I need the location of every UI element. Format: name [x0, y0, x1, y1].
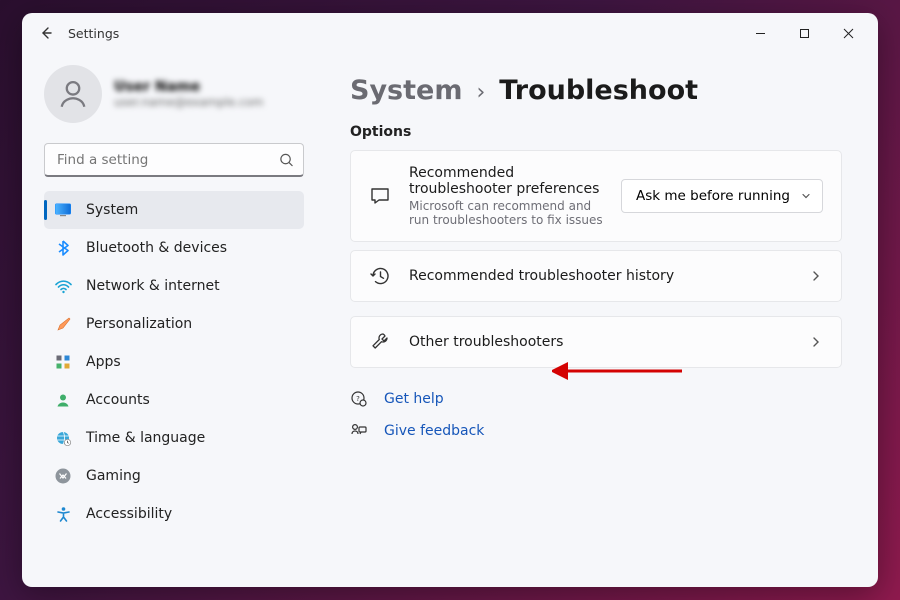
card-text: Other troubleshooters — [409, 334, 791, 350]
nav-label: Accessibility — [86, 506, 172, 522]
maximize-icon — [799, 28, 810, 39]
card-text: Recommended troubleshooter history — [409, 268, 791, 284]
sidebar-item-accessibility[interactable]: Accessibility — [44, 495, 304, 533]
main: System › Troubleshoot Options Recommende… — [322, 53, 878, 587]
nav-label: Gaming — [86, 468, 141, 484]
profile[interactable]: User Name user.name@example.com — [44, 65, 304, 123]
chat-icon — [369, 185, 391, 207]
sidebar-item-time[interactable]: Time & language — [44, 419, 304, 457]
back-arrow-icon — [38, 25, 54, 41]
window-body: User Name user.name@example.com System B… — [22, 53, 878, 587]
wifi-icon — [54, 277, 72, 295]
sidebar-item-gaming[interactable]: Gaming — [44, 457, 304, 495]
sidebar-item-apps[interactable]: Apps — [44, 343, 304, 381]
settings-window: Settings User Name user.name@example.co — [22, 13, 878, 587]
avatar — [44, 65, 102, 123]
card-troubleshooter-prefs[interactable]: Recommended troubleshooter preferences M… — [350, 150, 842, 242]
get-help-link[interactable]: Get help — [384, 391, 444, 407]
card-title: Recommended troubleshooter history — [409, 268, 791, 284]
sidebar: User Name user.name@example.com System B… — [22, 53, 322, 587]
close-button[interactable] — [826, 17, 870, 49]
get-help-row: ? Get help — [350, 390, 842, 408]
apps-icon — [54, 353, 72, 371]
titlebar: Settings — [22, 13, 878, 53]
display-icon — [54, 201, 72, 219]
brush-icon — [54, 315, 72, 333]
bluetooth-icon — [54, 239, 72, 257]
nav-label: Personalization — [86, 316, 192, 332]
sidebar-item-system[interactable]: System — [44, 191, 304, 229]
nav-label: Accounts — [86, 392, 150, 408]
help-icon: ? — [350, 390, 368, 408]
history-icon — [369, 265, 391, 287]
maximize-button[interactable] — [782, 17, 826, 49]
card-text: Recommended troubleshooter preferences M… — [409, 165, 603, 227]
section-label: Options — [350, 124, 842, 140]
page-title: Troubleshoot — [499, 75, 698, 106]
card-subtitle: Microsoft can recommend and run troubles… — [409, 199, 603, 227]
card-troubleshooter-history[interactable]: Recommended troubleshooter history — [350, 250, 842, 302]
give-feedback-link[interactable]: Give feedback — [384, 423, 484, 439]
prefs-dropdown[interactable]: Ask me before running — [621, 179, 823, 213]
dropdown-value: Ask me before running — [636, 188, 790, 204]
card-other-troubleshooters[interactable]: Other troubleshooters — [350, 316, 842, 368]
back-button[interactable] — [30, 17, 62, 49]
accessibility-icon — [54, 505, 72, 523]
search — [44, 143, 304, 177]
app-title: Settings — [68, 26, 119, 41]
account-icon — [54, 391, 72, 409]
sidebar-item-personalization[interactable]: Personalization — [44, 305, 304, 343]
nav: System Bluetooth & devices Network & int… — [44, 191, 304, 533]
chevron-right-icon — [809, 335, 823, 349]
person-icon — [56, 77, 90, 111]
nav-label: Time & language — [86, 430, 205, 446]
chevron-right-icon — [809, 269, 823, 283]
nav-label: Network & internet — [86, 278, 220, 294]
nav-label: Bluetooth & devices — [86, 240, 227, 256]
card-title: Other troubleshooters — [409, 334, 791, 350]
close-icon — [843, 28, 854, 39]
chevron-down-icon — [800, 190, 812, 202]
search-icon — [279, 153, 294, 168]
help-links: ? Get help Give feedback — [350, 390, 842, 440]
minimize-icon — [755, 28, 766, 39]
nav-label: Apps — [86, 354, 121, 370]
window-controls — [738, 17, 870, 49]
card-title: Recommended troubleshooter preferences — [409, 165, 603, 197]
globe-clock-icon — [54, 429, 72, 447]
sidebar-item-accounts[interactable]: Accounts — [44, 381, 304, 419]
nav-label: System — [86, 202, 138, 218]
minimize-button[interactable] — [738, 17, 782, 49]
svg-text:?: ? — [356, 395, 360, 403]
breadcrumb-parent[interactable]: System — [350, 75, 462, 106]
gaming-icon — [54, 467, 72, 485]
profile-email: user.name@example.com — [114, 96, 264, 110]
search-input[interactable] — [44, 143, 304, 177]
profile-name: User Name — [114, 79, 264, 96]
sidebar-item-bluetooth[interactable]: Bluetooth & devices — [44, 229, 304, 267]
breadcrumb: System › Troubleshoot — [350, 75, 842, 106]
feedback-icon — [350, 422, 368, 440]
feedback-row: Give feedback — [350, 422, 842, 440]
chevron-right-icon: › — [476, 80, 485, 105]
wrench-icon — [369, 331, 391, 353]
profile-text: User Name user.name@example.com — [114, 79, 264, 110]
sidebar-item-network[interactable]: Network & internet — [44, 267, 304, 305]
